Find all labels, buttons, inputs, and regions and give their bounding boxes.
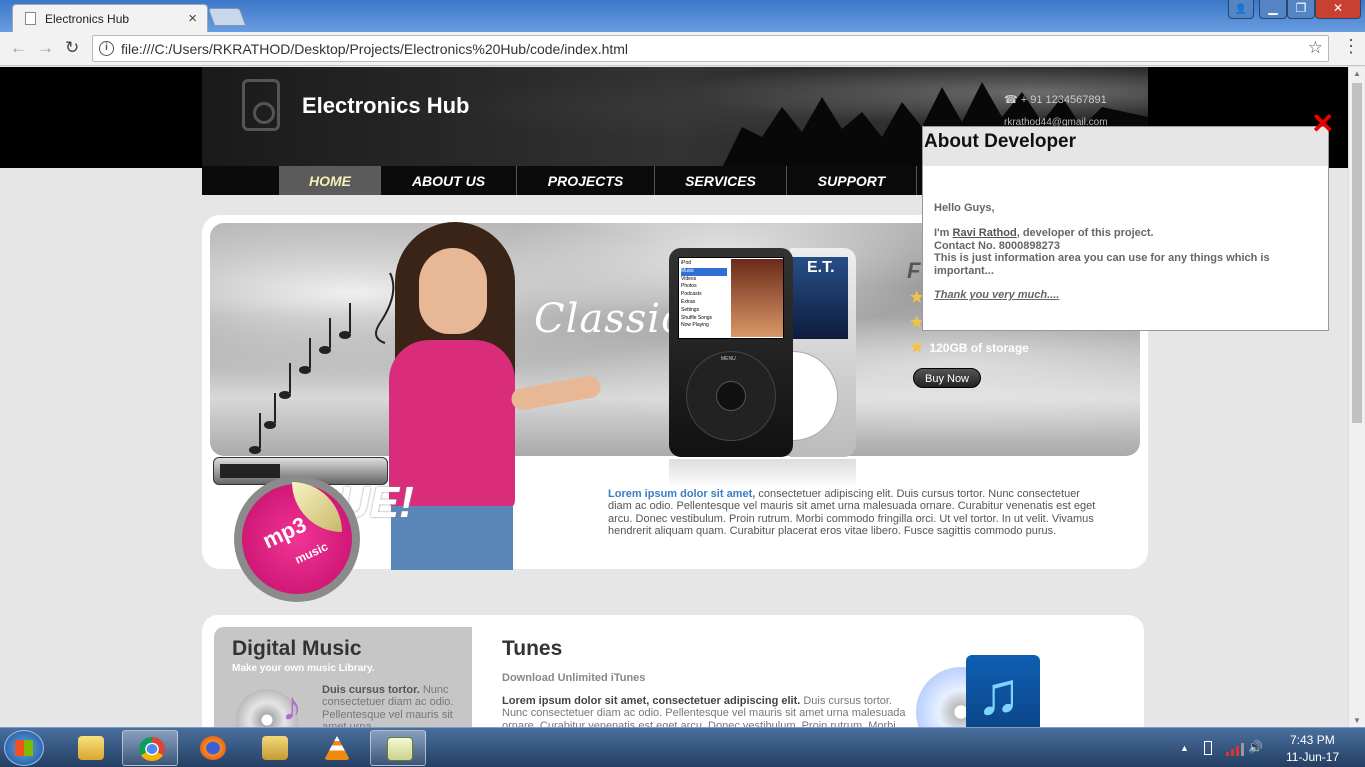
digital-music-lead: Duis cursus tortor. <box>322 684 420 696</box>
window-close-button[interactable]: ✕ <box>1315 0 1361 19</box>
banner-description: Lorem ipsum dolor sit amet, consectetuer… <box>608 488 1100 538</box>
popup-greeting: Hello Guys, <box>934 202 995 214</box>
tab-strip: Electronics Hub × 👤 ▁ ❐ ✕ <box>0 0 1365 32</box>
tab-title: Electronics Hub <box>45 12 130 26</box>
info-icon[interactable]: i <box>99 41 114 56</box>
music-note-icon: ♪ <box>282 685 302 727</box>
maximize-button[interactable]: ❐ <box>1287 0 1315 19</box>
firefox-icon <box>200 736 226 760</box>
vlc-cone-icon <box>324 736 350 760</box>
nav-services[interactable]: SERVICES <box>655 166 787 195</box>
tunes-text: Lorem ipsum dolor sit amet, consectetuer… <box>502 695 907 727</box>
bookmark-star-icon[interactable]: ☆ <box>1308 38 1323 58</box>
developer-name-link[interactable]: Ravi Rathod <box>953 227 1017 239</box>
browser-toolbar: ← → ↻ i file:///C:/Users/RKRATHOD/Deskto… <box>0 32 1365 66</box>
popup-title: About Developer <box>923 127 1328 166</box>
profile-button[interactable]: 👤 <box>1228 0 1254 19</box>
itunes-note-icon: ♫ <box>976 660 1021 727</box>
content-panel: Digital Music Make your own music Librar… <box>202 615 1144 727</box>
tunes-subheading: Download Unlimited iTunes <box>502 672 646 684</box>
scroll-down-icon[interactable]: ▼ <box>1353 716 1361 725</box>
taskbar-explorer-folder[interactable] <box>62 730 118 766</box>
music-notes-graphic <box>249 272 395 454</box>
browser-tab[interactable]: Electronics Hub × <box>12 4 208 32</box>
about-developer-popup: About Developer Hello Guys, I'm Ravi Rat… <box>922 126 1329 331</box>
folder-icon <box>78 736 104 760</box>
taskbar-vlc[interactable] <box>308 730 364 766</box>
notepad-icon <box>387 737 413 761</box>
digital-music-box: Digital Music Make your own music Librar… <box>214 627 472 727</box>
popup-thanks[interactable]: Thank you very much.... <box>934 289 1314 302</box>
forward-button[interactable]: → <box>37 38 54 58</box>
chrome-icon <box>139 737 165 761</box>
back-button[interactable]: ← <box>10 38 27 58</box>
scrollbar-thumb[interactable] <box>1352 83 1362 423</box>
taskbar-chrome[interactable] <box>122 730 178 766</box>
nav-projects[interactable]: PROJECTS <box>517 166 655 195</box>
windows-taskbar: ▲ 🔊 7:43 PM 11-Jun-17 <box>0 727 1365 767</box>
user-icon: 👤 <box>1234 4 1248 15</box>
tab-close-icon[interactable]: × <box>188 10 197 27</box>
page-favicon-icon <box>25 12 36 25</box>
tray-expand-icon[interactable]: ▲ <box>1180 743 1189 753</box>
reload-button[interactable]: ↻ <box>65 38 79 58</box>
popup-body: Hello Guys, I'm Ravi Rathod, developer o… <box>934 202 1314 302</box>
tunes-heading: Tunes <box>502 637 563 660</box>
browser-menu-icon[interactable]: ⋮ <box>1342 36 1360 57</box>
page-viewport: Electronics Hub ☎ + 91 1234567891 rkrath… <box>0 67 1348 727</box>
popup-intro: I'm Ravi Rathod, developer of this proje… <box>934 227 1314 240</box>
banner-lead: Lorem ipsum dolor sit amet, <box>608 488 756 500</box>
address-bar[interactable]: i file:///C:/Users/RKRATHOD/Desktop/Proj… <box>92 35 1329 62</box>
page-scrollbar[interactable]: ▲ ▼ <box>1348 67 1365 727</box>
header-phone: ☎ + 91 1234567891 <box>1004 94 1107 106</box>
scroll-up-icon[interactable]: ▲ <box>1353 69 1361 78</box>
header-ipod-icon <box>242 79 280 131</box>
taskbar-file-explorer[interactable] <box>246 730 302 766</box>
library-folder-icon <box>262 736 288 760</box>
nav-about-us[interactable]: ABOUT US <box>381 166 517 195</box>
nav-support[interactable]: SUPPORT <box>787 166 917 195</box>
url-text[interactable]: file:///C:/Users/RKRATHOD/Desktop/Projec… <box>121 41 628 57</box>
buy-now-button[interactable]: Buy Now <box>913 368 981 388</box>
popup-contact: Contact No. 8000898273 <box>934 239 1060 252</box>
battery-icon[interactable] <box>1204 741 1212 755</box>
network-signal-icon[interactable] <box>1226 742 1244 759</box>
volume-icon[interactable]: 🔊 <box>1248 740 1263 754</box>
popup-intro-suffix: , developer of this project. <box>1016 227 1154 239</box>
start-button[interactable] <box>4 730 44 766</box>
digital-music-heading: Digital Music <box>232 637 362 660</box>
nav-home[interactable]: HOME <box>279 166 381 195</box>
signal-bars <box>1226 743 1244 756</box>
popup-close-icon[interactable]: ✕ <box>1311 110 1334 138</box>
taskbar-firefox[interactable] <box>184 730 240 766</box>
new-tab-button[interactable] <box>207 8 247 26</box>
clock-time[interactable]: 7:43 PM <box>1290 733 1335 747</box>
popup-intro-prefix: I'm <box>934 227 953 239</box>
minimize-button[interactable]: ▁ <box>1259 0 1287 19</box>
popup-info: This is just information area you can us… <box>934 252 1270 277</box>
tunes-lead: Lorem ipsum dolor sit amet, consectetuer… <box>502 695 801 707</box>
clock-date[interactable]: 11-Jun-17 <box>1286 750 1339 764</box>
site-title[interactable]: Electronics Hub <box>302 93 469 119</box>
itunes-icon: ♫ <box>916 655 1046 727</box>
digital-music-subheading: Make your own music Library. <box>232 663 375 674</box>
taskbar-notepad-plus[interactable] <box>370 730 426 766</box>
digital-music-text: Duis cursus tortor. Nunc consectetuer di… <box>322 684 462 727</box>
